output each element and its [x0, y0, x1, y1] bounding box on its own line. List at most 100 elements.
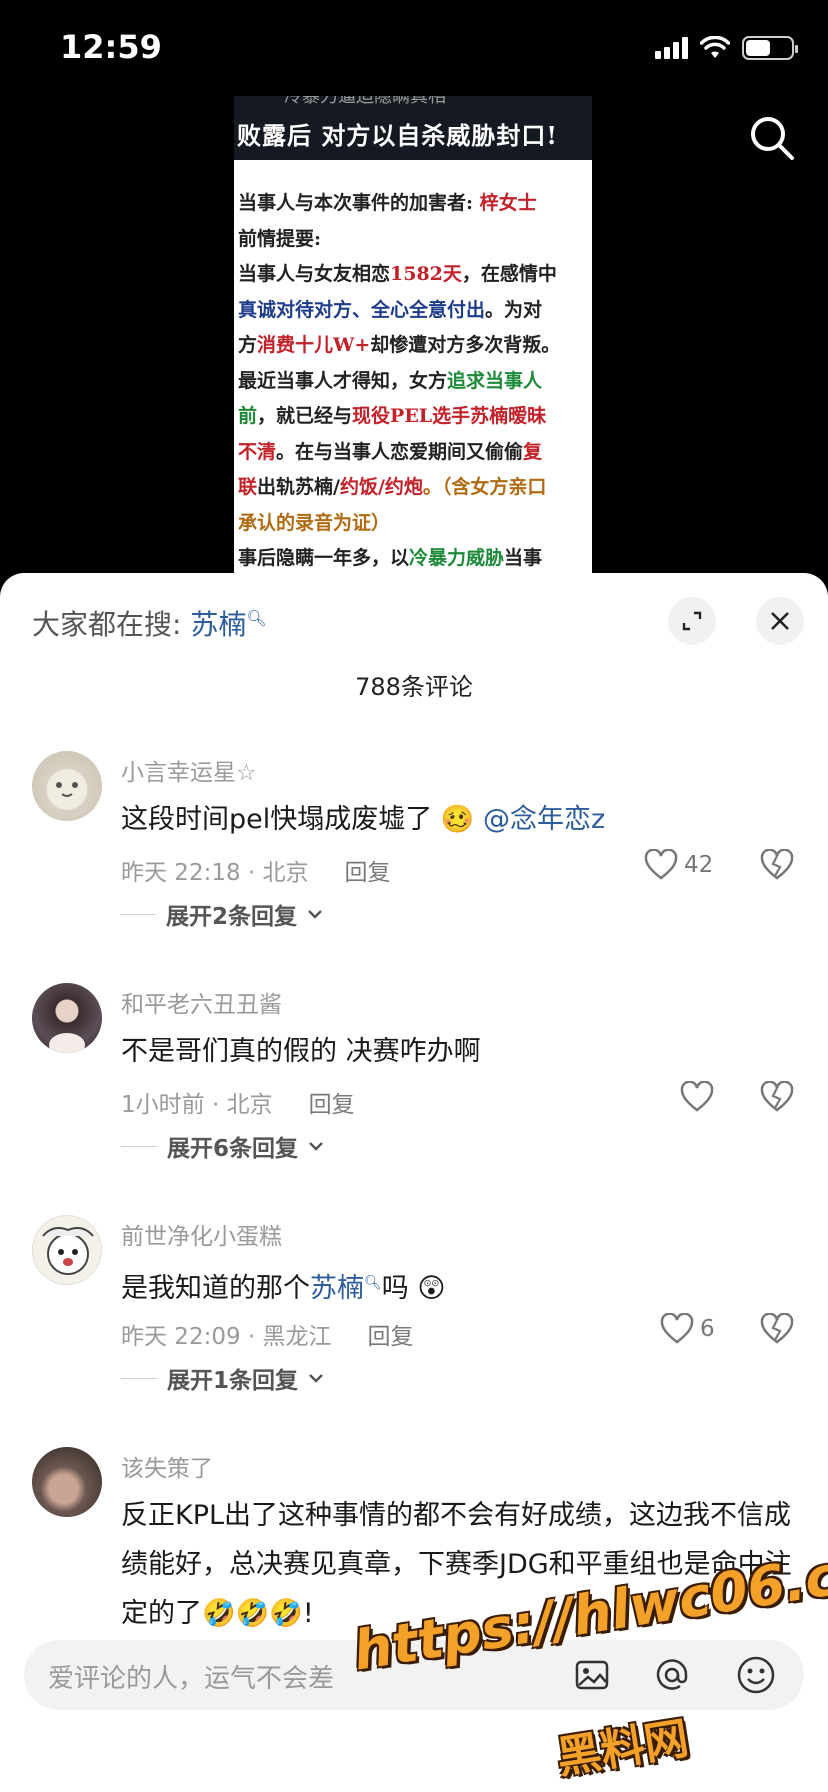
document-text-segment: 约饭/约炮: [339, 476, 423, 498]
dislike-icon[interactable]: [760, 1313, 794, 1345]
comment-username[interactable]: 前世净化小蛋糕: [121, 1217, 282, 1251]
small-search-icon: 🔍︎: [246, 608, 267, 628]
dislike-icon[interactable]: [760, 1081, 794, 1113]
hot-search-label: 大家都在搜:: [32, 608, 191, 641]
heart-icon: [660, 1313, 694, 1344]
avatar[interactable]: [32, 1215, 102, 1285]
status-icons: [655, 36, 798, 60]
document-text-segment: 冷暴力威胁: [409, 547, 505, 569]
document-text-segment: 最近当事人才得知，女方: [238, 369, 448, 392]
document-text-segment: 1582天: [390, 263, 462, 285]
avatar[interactable]: [32, 751, 102, 821]
document-line: 事后隐瞒一年多，以冷暴力威胁当事: [238, 541, 586, 576]
document-text-segment: 承认的录音为证）: [238, 511, 391, 534]
comment-input[interactable]: 爱评论的人，运气不会差: [48, 1658, 334, 1695]
document-text-segment: 。（含女方亲口: [422, 476, 547, 498]
video-frame[interactable]: 冷暴力逼迫隐瞒真相 败露后 对方以自杀威胁封口! 当事人与本次事件的加害者: 梓…: [234, 96, 592, 576]
heart-icon: [680, 1081, 714, 1112]
divider-line: [121, 1145, 157, 1147]
heart-icon: [644, 849, 678, 880]
small-search-icon: 🔍︎: [364, 1275, 382, 1291]
comment-meta: 昨天 22:18 · 北京 回复: [121, 853, 391, 887]
like-button[interactable]: 6: [660, 1313, 715, 1345]
expand-replies[interactable]: 展开2条回复: [120, 897, 323, 931]
wifi-icon: [700, 36, 730, 58]
document-text-segment: 复: [523, 440, 543, 463]
document-text-segment: 当事人与本次事件的加害者:: [238, 192, 480, 214]
document-line: 当事人与本次事件的加害者: 梓女士: [238, 186, 586, 222]
document-text-segment: 不清: [238, 440, 277, 463]
comment-text: 不是哥们真的假的 决赛咋办啊: [121, 1036, 481, 1067]
document-text-segment: 。在与当事人恋爱期间又偷偷: [276, 440, 524, 463]
comment-meta: 昨天 22:09 · 黑龙江 回复: [121, 1317, 414, 1351]
video-headline: 败露后 对方以自杀威胁封口!: [237, 121, 558, 150]
comment-body: 这段时间pel快塌成废墟了 🥴: [121, 804, 484, 835]
document-line: 前，就已经与现役PEL选手苏楠暧昧: [238, 399, 586, 435]
document-line: 承认的录音为证）: [238, 506, 586, 542]
reply-button[interactable]: 回复: [309, 1085, 355, 1119]
expand-replies[interactable]: 展开6条回复: [121, 1129, 324, 1163]
comment-username[interactable]: 小言幸运星☆: [121, 753, 257, 787]
comment-body: 是我知道的那个: [121, 1273, 310, 1304]
document-text-segment: 当事: [504, 547, 543, 569]
document-text-segment: 梓女士: [479, 192, 537, 214]
hot-search[interactable]: 大家都在搜: 苏楠🔍︎: [32, 603, 267, 643]
comment-time-location: 昨天 22:09 · 黑龙江: [121, 1324, 332, 1350]
document-text-segment: 方: [238, 334, 258, 356]
document-text-segment: 前: [238, 405, 258, 427]
comment-count: 788条评论: [355, 673, 473, 701]
avatar[interactable]: [32, 1447, 102, 1517]
document-text-segment: 出轨苏楠/: [257, 476, 340, 498]
document-line: 当事人与女友相恋1582天，在感情中: [238, 257, 586, 293]
comment-username[interactable]: 该失策了: [121, 1449, 213, 1483]
like-button[interactable]: 42: [644, 849, 713, 881]
document-text-segment: 当事人与女友相恋: [238, 263, 391, 285]
divider-line: [121, 1377, 157, 1379]
like-button[interactable]: [680, 1081, 714, 1113]
at-icon[interactable]: [652, 1655, 692, 1695]
image-icon[interactable]: [572, 1655, 612, 1695]
battery-icon: [742, 36, 798, 60]
close-sheet-button[interactable]: [756, 597, 804, 645]
document-line: 联出轨苏楠/约饭/约炮。（含女方亲口: [238, 470, 586, 506]
status-bar: 12:59: [0, 0, 828, 100]
chevron-down-icon: [308, 910, 322, 919]
comments-sheet: 大家都在搜: 苏楠🔍︎ 788条评论 小言幸运星☆ 这段时间pel快塌成废墟了 …: [0, 573, 828, 1792]
dislike-icon[interactable]: [760, 849, 794, 881]
expand-replies[interactable]: 展开1条回复: [121, 1361, 324, 1395]
comment-username[interactable]: 和平老六丑丑酱: [121, 985, 282, 1019]
comment-text: 反正KPL出了这种事情的都不会有好成绩，这边我不信成绩能好，总决赛见真章，下赛季…: [121, 1500, 792, 1629]
comment-meta: 1小时前 · 北京 回复: [121, 1085, 355, 1119]
hot-search-term[interactable]: 苏楠: [190, 608, 246, 641]
comment-mention[interactable]: @念年恋z: [483, 804, 605, 835]
search-term-link[interactable]: 苏楠: [310, 1273, 364, 1304]
expand-replies-label: 展开6条回复: [167, 1136, 299, 1162]
close-icon: [771, 612, 789, 630]
document-text-segment: 消费十儿W+: [257, 334, 371, 356]
document-text-segment: 事后隐瞒一年多，以: [238, 547, 410, 569]
comment-text: 这段时间pel快塌成废墟了 🥴 @念年恋z: [121, 795, 801, 844]
battery-level: [746, 40, 771, 56]
document-text-segment: ，就已经与: [257, 405, 353, 427]
emoji-icon[interactable]: [736, 1655, 776, 1695]
comment-input-bar[interactable]: 爱评论的人，运气不会差: [24, 1640, 804, 1710]
reply-button[interactable]: 回复: [345, 853, 391, 887]
comment-item: 前世净化小蛋糕 是我知道的那个苏楠🔍︎吗 😲 昨天 22:09 · 黑龙江 回复…: [0, 1215, 828, 1415]
video-document-text: 当事人与本次事件的加害者: 梓女士前情提要: 当事人与女友相恋1582天，在感情…: [234, 160, 592, 576]
chevron-down-icon: [309, 1374, 323, 1383]
comment-item: 小言幸运星☆ 这段时间pel快塌成废墟了 🥴 @念年恋z 昨天 22:18 · …: [0, 751, 828, 951]
search-icon[interactable]: [748, 114, 796, 162]
expand-replies-label: 展开2条回复: [166, 904, 298, 930]
document-line: 方消费十儿W+却惨遭对方多次背叛。: [238, 328, 586, 364]
expand-sheet-button[interactable]: [668, 597, 716, 645]
document-text-segment: 。为对: [485, 298, 543, 321]
document-text-segment: 前情提要:: [238, 227, 322, 250]
like-count: 42: [684, 852, 714, 878]
chevron-down-icon: [309, 1142, 323, 1151]
video-headline-band: 冷暴力逼迫隐瞒真相 败露后 对方以自杀威胁封口!: [234, 96, 592, 160]
expand-icon: [682, 611, 702, 631]
comment-body-end: 吗 😲: [381, 1273, 446, 1304]
reply-button[interactable]: 回复: [368, 1317, 414, 1351]
avatar[interactable]: [32, 983, 102, 1053]
signal-icon: [655, 37, 688, 59]
